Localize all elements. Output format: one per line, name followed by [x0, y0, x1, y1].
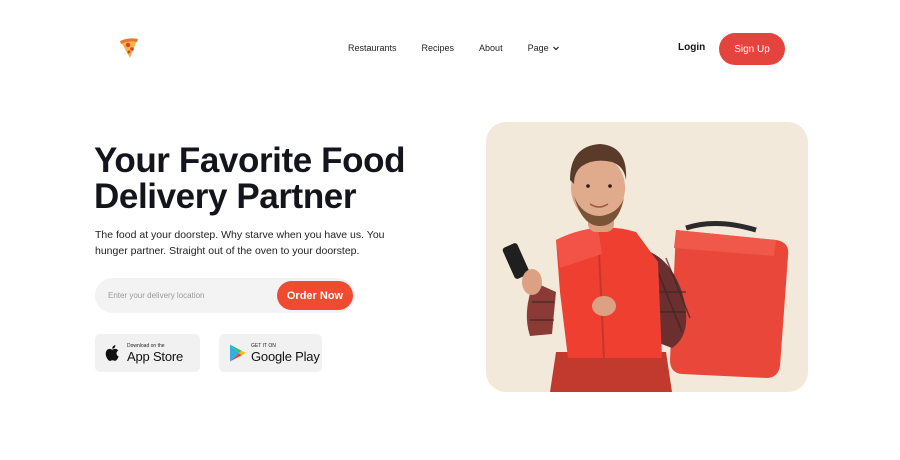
google-play-big-text: Google Play: [251, 348, 320, 364]
app-store-big-text: App Store: [127, 348, 184, 364]
hero-subtitle: The food at your doorstep. Why starve wh…: [95, 229, 385, 257]
signup-button[interactable]: Sign Up: [719, 33, 785, 65]
nav-item-page-label: Page: [527, 43, 549, 53]
hero-image: [486, 122, 808, 392]
main-nav: Restaurants Recipes About Page: [348, 40, 560, 56]
google-play-button[interactable]: GET IT ON Google Play: [219, 334, 322, 372]
apple-icon: [105, 345, 119, 361]
chevron-down-icon: [552, 46, 559, 51]
delivery-search-bar: Order Now: [95, 278, 355, 313]
nav-item-restaurants[interactable]: Restaurants: [348, 40, 397, 56]
delivery-location-input[interactable]: [108, 278, 273, 313]
nav-item-about[interactable]: About: [479, 40, 503, 56]
nav-item-recipes[interactable]: Recipes: [422, 40, 455, 56]
login-link[interactable]: Login: [678, 40, 705, 56]
nav-item-page[interactable]: Page: [528, 40, 560, 56]
hero-title: Your Favorite Food Delivery Partner: [94, 141, 406, 216]
app-store-button[interactable]: Download on the App Store: [95, 334, 200, 372]
google-play-icon: [230, 344, 246, 362]
pizza-slice-icon[interactable]: [117, 36, 141, 62]
order-now-button[interactable]: Order Now: [277, 281, 353, 310]
delivery-man-illustration: [502, 144, 789, 392]
